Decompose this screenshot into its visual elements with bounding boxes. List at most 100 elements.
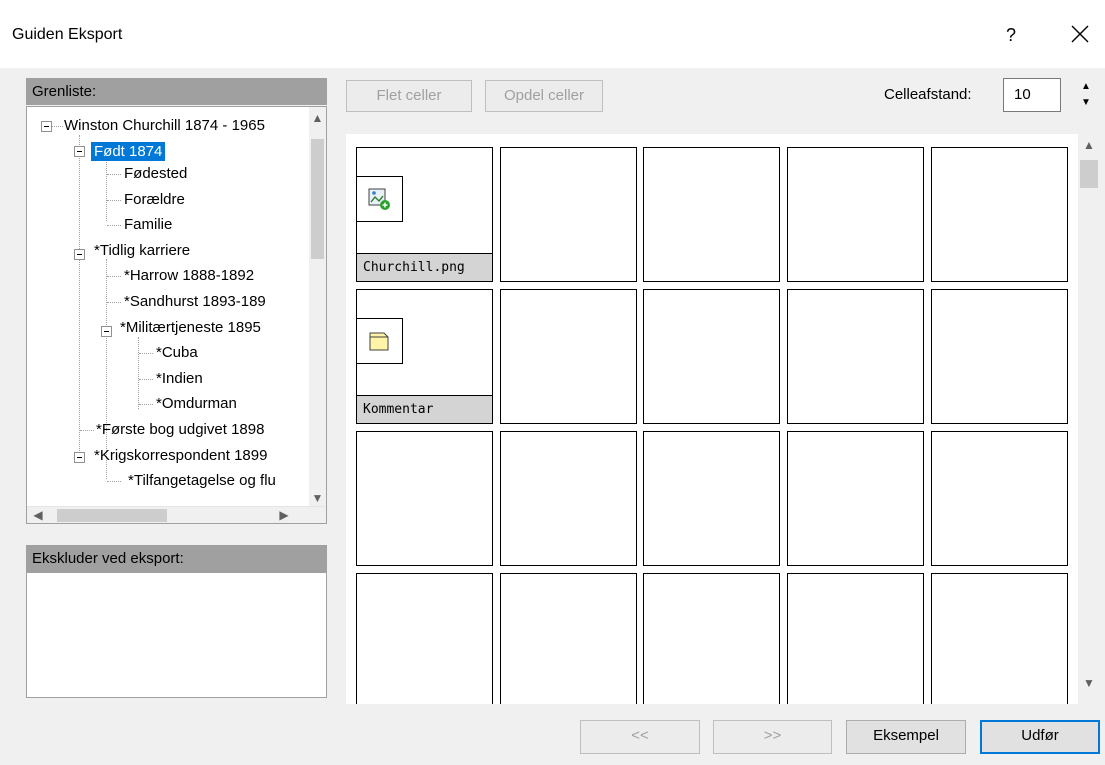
tree-guide-line	[107, 276, 121, 277]
grid-cell[interactable]: Churchill.png	[356, 147, 493, 282]
tree-item-label: Winston Churchill 1874 - 1965	[64, 117, 265, 134]
tree-item-label: Født 1874	[91, 142, 166, 161]
tree-horizontal-scrollbar[interactable]: ◀ ▶	[27, 506, 326, 523]
cell-caption: Kommentar	[357, 395, 492, 423]
finish-button[interactable]: Udfør	[980, 720, 1100, 754]
layout-grid[interactable]: Churchill.png Kommentar	[346, 134, 1078, 704]
scroll-up-icon[interactable]: ▲	[309, 111, 326, 125]
tree-guide-line	[107, 200, 121, 201]
tree-item-label: *Første bog udgivet 1898	[96, 421, 265, 438]
tree-item[interactable]: *Sandhurst 1893-189	[121, 290, 269, 314]
tree-item-label: *Harrow 1888-1892	[124, 267, 255, 284]
scroll-thumb[interactable]	[57, 509, 167, 522]
grid-cell[interactable]	[643, 289, 780, 424]
exclude-list[interactable]	[26, 572, 327, 698]
tree-item[interactable]: *Første bog udgivet 1898	[93, 418, 267, 442]
grid-cell[interactable]: Kommentar	[356, 289, 493, 424]
tree-item-label: *Militærtjeneste 1895	[120, 319, 261, 336]
tree-item[interactable]: Familie	[121, 213, 175, 237]
tree-item[interactable]: *Tilfangetagelse og flu	[125, 469, 279, 493]
title-bar: Guiden Eksport ?	[0, 0, 1105, 68]
cell-spacing-input[interactable]: 10	[1003, 78, 1061, 112]
tree-guide-line	[107, 481, 121, 482]
close-icon	[1071, 25, 1089, 43]
spin-up-icon[interactable]: ▲	[1078, 80, 1094, 94]
scroll-up-icon[interactable]: ▲	[1078, 138, 1100, 152]
scroll-right-icon[interactable]: ▶	[277, 508, 291, 522]
tree-guide-line	[138, 337, 139, 409]
grid-cell[interactable]	[787, 289, 924, 424]
tree-guide-line	[106, 155, 107, 221]
tree-item[interactable]: Winston Churchill 1874 - 1965	[61, 114, 268, 138]
merge-cells-button[interactable]: Flet celler	[346, 80, 472, 112]
grid-cell[interactable]	[500, 147, 637, 282]
tree-item-label: *Omdurman	[156, 395, 237, 412]
tree-item-label: *Tidlig karriere	[94, 242, 191, 259]
cell-caption: Churchill.png	[357, 253, 492, 281]
grid-cell[interactable]	[787, 573, 924, 704]
grid-cell[interactable]	[500, 289, 637, 424]
grid-cell[interactable]	[643, 147, 780, 282]
split-cells-button[interactable]: Opdel celler	[485, 80, 603, 112]
scroll-thumb[interactable]	[311, 139, 324, 259]
spin-down-icon[interactable]: ▼	[1078, 96, 1094, 110]
grid-cell[interactable]	[643, 431, 780, 566]
grid-vertical-scrollbar[interactable]: ▲ ▼	[1078, 134, 1100, 704]
back-button[interactable]: <<	[580, 720, 700, 754]
help-button[interactable]: ?	[996, 20, 1026, 50]
window-title: Guiden Eksport	[12, 26, 123, 43]
grid-cell[interactable]	[931, 147, 1068, 282]
branch-tree[interactable]: Winston Churchill 1874 - 1965 Født 1874 …	[26, 106, 327, 524]
collapse-toggle[interactable]	[41, 121, 52, 132]
tree-guide-line	[79, 135, 80, 453]
next-button[interactable]: >>	[713, 720, 832, 754]
tree-item[interactable]: *Indien	[153, 367, 206, 391]
preview-button[interactable]: Eksempel	[846, 720, 966, 754]
grid-cell[interactable]	[931, 289, 1068, 424]
scroll-down-icon[interactable]: ▼	[309, 491, 326, 505]
tree-item[interactable]: *Harrow 1888-1892	[121, 264, 257, 288]
tree-item-label: Fødested	[124, 165, 188, 182]
tree-item-label: *Indien	[156, 370, 203, 387]
grid-cell[interactable]	[931, 573, 1068, 704]
grid-cell[interactable]	[787, 431, 924, 566]
tree-guide-line	[80, 430, 94, 431]
tree-guide-line	[107, 225, 121, 226]
scroll-left-icon[interactable]: ◀	[31, 508, 45, 522]
scroll-thumb[interactable]	[1080, 160, 1098, 188]
cell-spacing-label: Celleafstand:	[884, 86, 972, 103]
tree-item-label: Forældre	[124, 191, 185, 208]
tree-guide-line	[139, 379, 153, 380]
collapse-toggle[interactable]	[74, 249, 85, 260]
grid-cell[interactable]	[931, 431, 1068, 566]
tree-item-selected[interactable]: Født 1874	[91, 140, 166, 164]
tree-item[interactable]: *Militærtjeneste 1895	[117, 316, 264, 340]
collapse-toggle[interactable]	[101, 326, 112, 337]
tree-item[interactable]: *Tidlig karriere	[91, 239, 193, 263]
tree-panel-header: Grenliste:	[26, 78, 327, 105]
tree-vertical-scrollbar[interactable]: ▲ ▼	[309, 107, 326, 507]
collapse-toggle[interactable]	[74, 452, 85, 463]
tree-item-label: *Tilfangetagelse og flu	[128, 472, 276, 489]
grid-cell[interactable]	[356, 573, 493, 704]
tree-item[interactable]: *Krigskorrespondent 1899	[91, 444, 270, 468]
close-button[interactable]	[1062, 18, 1098, 50]
exclude-panel-header: Ekskluder ved eksport:	[26, 545, 327, 572]
grid-cell[interactable]	[356, 431, 493, 566]
scroll-down-icon[interactable]: ▼	[1078, 676, 1100, 690]
tree-item[interactable]: *Omdurman	[153, 392, 240, 416]
tree-guide-line	[107, 302, 121, 303]
image-add-icon	[368, 188, 390, 210]
tree-item[interactable]: Fødested	[121, 162, 190, 186]
tree-item[interactable]: Forældre	[121, 188, 188, 212]
tree-item[interactable]: *Cuba	[153, 341, 201, 365]
grid-cell[interactable]	[643, 573, 780, 704]
grid-cell[interactable]	[500, 573, 637, 704]
tree-guide-line	[107, 174, 121, 175]
tree-item-label: *Sandhurst 1893-189	[124, 293, 266, 310]
grid-cell[interactable]	[500, 431, 637, 566]
tree-item-label: *Krigskorrespondent 1899	[94, 447, 268, 464]
grid-cell[interactable]	[787, 147, 924, 282]
note-icon	[369, 332, 389, 351]
collapse-toggle[interactable]	[74, 146, 85, 157]
